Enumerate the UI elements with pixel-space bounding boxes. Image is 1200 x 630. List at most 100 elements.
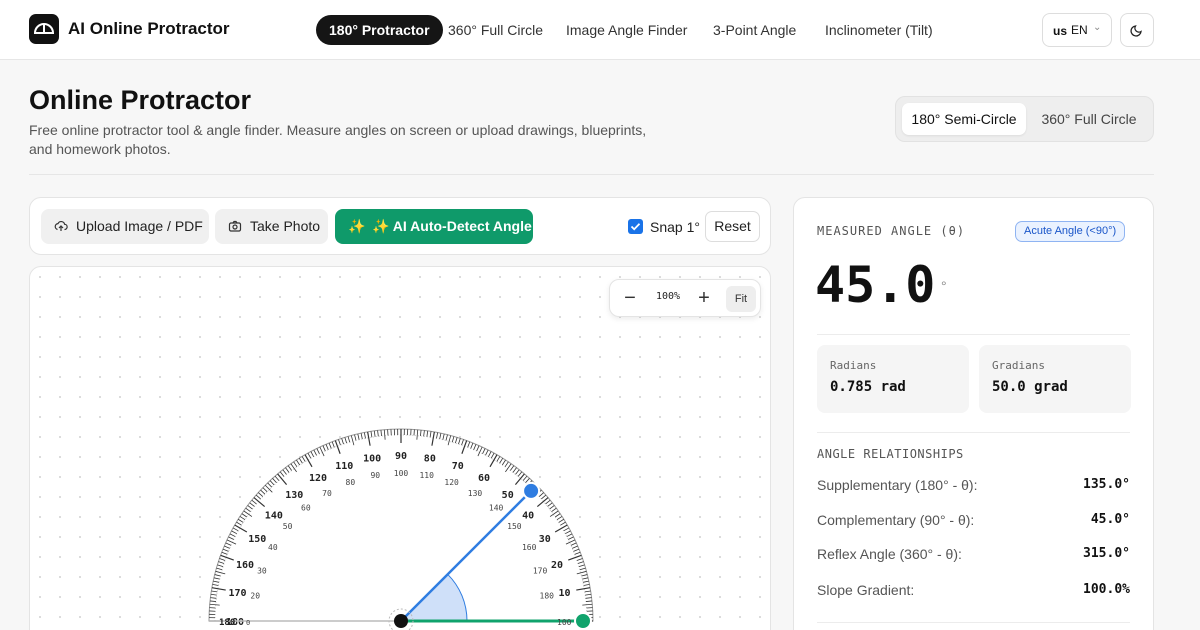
page-title: Online Protractor bbox=[29, 85, 252, 115]
protractor[interactable]: 1020304050607080901001101201301401501601… bbox=[30, 267, 771, 630]
base-label-right-inner: 100 bbox=[557, 618, 572, 627]
app-title[interactable]: AI Online Protractor bbox=[68, 19, 230, 39]
nav-180-protractor[interactable]: 180° Protractor bbox=[316, 15, 443, 45]
inner-scale-label: 160 bbox=[522, 543, 537, 552]
nav-3-point-angle[interactable]: 3-Point Angle bbox=[713, 15, 796, 45]
snap-checkbox[interactable] bbox=[628, 219, 643, 234]
inner-scale-label: 130 bbox=[468, 489, 483, 498]
outer-scale-label: 10 bbox=[558, 588, 570, 599]
zoom-fit-button[interactable]: Fit bbox=[726, 286, 756, 312]
outer-scale-label: 60 bbox=[478, 473, 490, 484]
outer-scale-label: 70 bbox=[452, 461, 464, 472]
zoom-out-button[interactable]: − bbox=[620, 286, 640, 310]
nav-image-angle-finder[interactable]: Image Angle Finder bbox=[566, 15, 687, 45]
zoom-in-button[interactable]: + bbox=[694, 286, 714, 310]
camera-icon bbox=[228, 220, 242, 232]
inner-scale-label: 100 bbox=[394, 469, 409, 478]
outer-scale-label: 50 bbox=[502, 490, 514, 501]
language-selector[interactable]: us EN ⌄ bbox=[1042, 13, 1112, 47]
protractor-canvas[interactable]: 10 20 30 40 50 60 70 80 90 100 110 120 130 140 150 160 1… bbox=[29, 266, 771, 630]
outer-scale-label: 150 bbox=[248, 534, 266, 545]
outer-scale-label: 40 bbox=[522, 510, 534, 521]
relationship-value: 100.0% bbox=[1083, 582, 1130, 597]
relationship-row: Reflex Angle (360° - θ): 315.0° bbox=[817, 546, 1130, 566]
base-label-left: 180 bbox=[219, 618, 235, 628]
outer-scale-label: 170 bbox=[228, 588, 246, 599]
page-subtitle: Free online protractor tool & angle find… bbox=[29, 122, 647, 157]
inner-scale-label: 140 bbox=[489, 504, 504, 513]
outer-scale-label: 120 bbox=[309, 473, 327, 484]
toolbar: Upload Image / PDF Take Photo ✨ ✨ AI Aut… bbox=[29, 197, 771, 255]
relationship-label: Supplementary (180° - θ): bbox=[817, 477, 978, 493]
base-arm-handle[interactable] bbox=[574, 612, 592, 630]
relationship-row: Complementary (90° - θ): 45.0° bbox=[817, 512, 1130, 532]
upload-label: Upload Image / PDF bbox=[76, 218, 203, 234]
inner-scale-label: 120 bbox=[444, 478, 459, 487]
inner-scale-label: 30 bbox=[257, 566, 267, 575]
measured-angle-label: MEASURED ANGLE (θ) bbox=[817, 224, 966, 238]
mode-semi-circle[interactable]: 180° Semi-Circle bbox=[902, 103, 1026, 135]
header-divider bbox=[29, 174, 1154, 175]
measurement-panel: MEASURED ANGLE (θ) Acute Angle (<90°) 45… bbox=[793, 197, 1154, 630]
outer-scale-label: 140 bbox=[265, 510, 283, 521]
mode-switch: 180° Semi-Circle 360° Full Circle bbox=[895, 96, 1154, 142]
outer-scale-label: 160 bbox=[236, 560, 254, 571]
ai-auto-detect-label: ✨ AI Auto-Detect Angle bbox=[372, 218, 532, 234]
base-label-left-inner: 0 bbox=[246, 619, 250, 627]
relationship-label: Complementary (90° - θ): bbox=[817, 512, 975, 528]
vertex-handle[interactable] bbox=[394, 614, 408, 628]
take-photo-button[interactable]: Take Photo bbox=[215, 209, 328, 244]
angle-type-badge: Acute Angle (<90°) bbox=[1015, 221, 1126, 242]
relationship-value: 315.0° bbox=[1083, 546, 1130, 561]
panel-divider bbox=[817, 432, 1130, 433]
outer-scale-label: 90 bbox=[395, 451, 407, 462]
snap-label[interactable]: Snap 1° bbox=[650, 219, 700, 235]
moon-icon bbox=[1130, 25, 1142, 37]
radians-card: Radians 0.785 rad bbox=[817, 345, 969, 413]
inner-scale-label: 180 bbox=[540, 591, 555, 600]
language-code: EN bbox=[1071, 23, 1088, 37]
inner-scale-label: 50 bbox=[283, 522, 293, 531]
upload-image-button[interactable]: Upload Image / PDF bbox=[41, 209, 209, 244]
measure-arm-handle[interactable] bbox=[522, 481, 541, 500]
inner-scale-label: 70 bbox=[322, 489, 332, 498]
nav-360-full-circle[interactable]: 360° Full Circle bbox=[448, 15, 543, 45]
upload-icon bbox=[54, 220, 68, 231]
top-nav-bar: AI Online Protractor 180° Protractor 360… bbox=[0, 0, 1200, 60]
relationship-row: Slope Gradient: 100.0% bbox=[817, 582, 1130, 602]
outer-scale-label: 30 bbox=[539, 534, 551, 545]
inner-scale-label: 170 bbox=[533, 566, 548, 575]
inner-scale-label: 150 bbox=[507, 522, 522, 531]
ai-auto-detect-button[interactable]: ✨ ✨ AI Auto-Detect Angle bbox=[335, 209, 533, 244]
relationship-label: Slope Gradient: bbox=[817, 582, 915, 598]
inner-scale-label: 60 bbox=[301, 504, 311, 513]
relationship-label: Reflex Angle (360° - θ): bbox=[817, 546, 962, 562]
mode-full-circle[interactable]: 360° Full Circle bbox=[1032, 103, 1146, 135]
flag-icon: us bbox=[1053, 24, 1068, 38]
nav-inclinometer[interactable]: Inclinometer (Tilt) bbox=[825, 15, 933, 45]
inner-scale-label: 20 bbox=[250, 591, 260, 600]
inner-scale-label: 90 bbox=[370, 471, 380, 480]
zoom-level: 100% bbox=[655, 291, 681, 302]
zoom-controls: − 100% + Fit bbox=[609, 279, 761, 317]
inner-scale-label: 110 bbox=[419, 471, 434, 480]
check-icon bbox=[630, 223, 641, 231]
gradians-card: Gradians 50.0 grad bbox=[979, 345, 1131, 413]
radians-label: Radians bbox=[830, 359, 877, 372]
take-photo-label: Take Photo bbox=[250, 218, 321, 234]
outer-scale-label: 20 bbox=[551, 560, 563, 571]
outer-scale-label: 110 bbox=[335, 461, 353, 472]
relationship-value: 135.0° bbox=[1083, 477, 1130, 492]
theme-toggle-button[interactable] bbox=[1120, 13, 1154, 47]
panel-divider bbox=[817, 622, 1130, 623]
protractor-logo-icon[interactable] bbox=[29, 14, 59, 44]
outer-scale-label: 100 bbox=[363, 454, 381, 465]
outer-scale-label: 80 bbox=[424, 454, 436, 465]
gradians-value: 50.0 grad bbox=[992, 379, 1068, 395]
measured-angle-value: 45.0 bbox=[815, 256, 936, 314]
inner-scale-label: 80 bbox=[346, 478, 356, 487]
panel-divider bbox=[817, 334, 1130, 335]
reset-button[interactable]: Reset bbox=[705, 211, 760, 242]
relationships-title: ANGLE RELATIONSHIPS bbox=[817, 447, 964, 461]
gradians-label: Gradians bbox=[992, 359, 1045, 372]
